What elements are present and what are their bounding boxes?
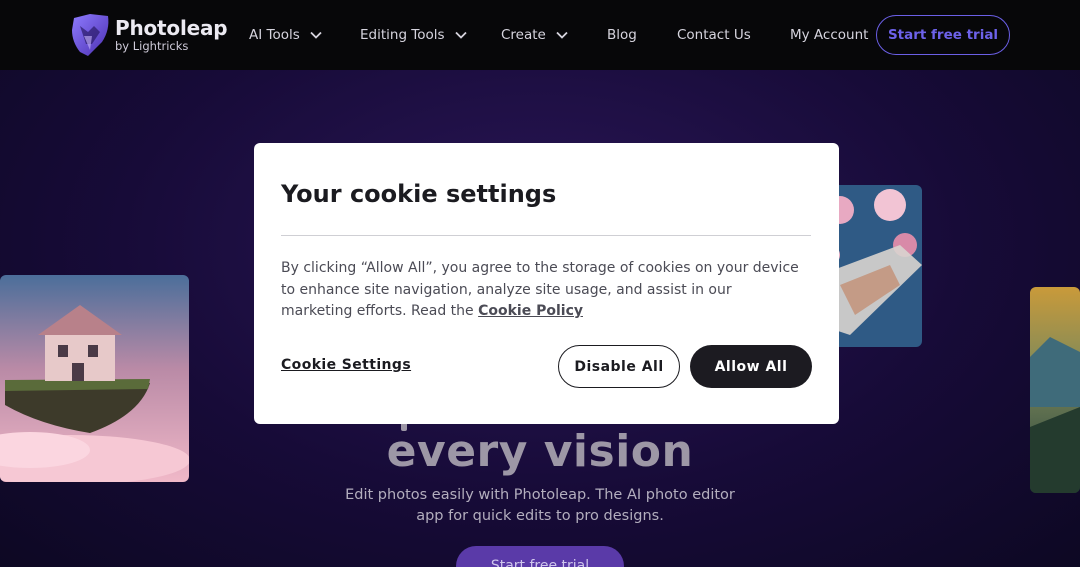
cookie-policy-link[interactable]: Cookie Policy <box>478 303 583 319</box>
cookie-settings-dialog: Your cookie settings By clicking “Allow … <box>254 143 839 424</box>
modal-overlay: Your cookie settings By clicking “Allow … <box>0 0 1080 567</box>
dialog-body-text: By clicking “Allow All”, you agree to th… <box>281 258 806 323</box>
dialog-divider <box>281 235 811 236</box>
allow-all-button[interactable]: Allow All <box>690 345 812 388</box>
dialog-title: Your cookie settings <box>281 180 557 208</box>
disable-all-button[interactable]: Disable All <box>558 345 680 388</box>
cookie-settings-link[interactable]: Cookie Settings <box>281 357 411 373</box>
